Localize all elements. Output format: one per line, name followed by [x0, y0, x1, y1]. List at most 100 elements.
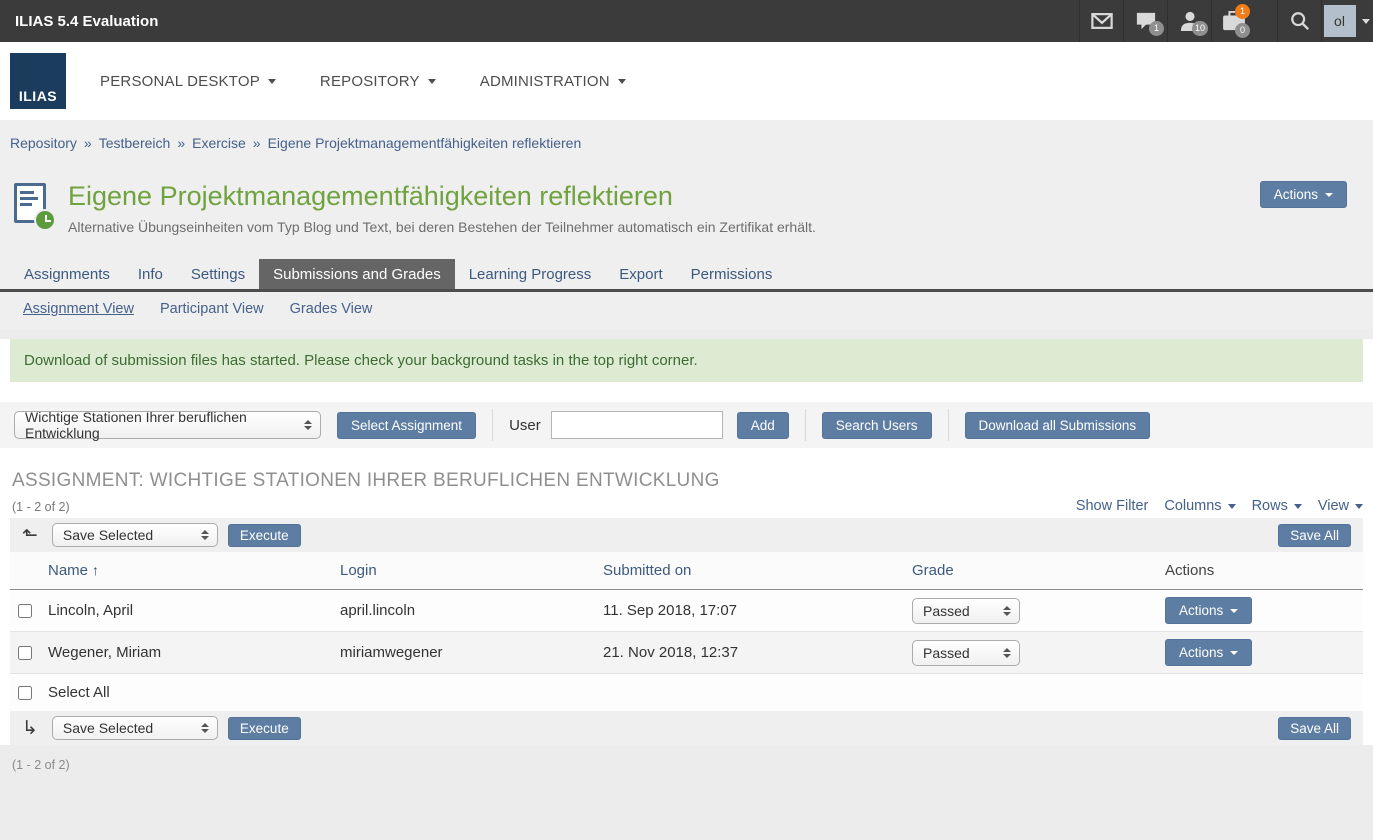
- chevron-down-icon: [1230, 651, 1238, 655]
- cell-name: Wegener, Miriam: [48, 644, 340, 661]
- name-header-label: Name: [48, 562, 88, 579]
- user-input[interactable]: [551, 411, 723, 439]
- mail-button[interactable]: [1079, 0, 1123, 42]
- select-stepper-icon: [1003, 606, 1011, 616]
- cell-submitted-on: 11. Sep 2018, 17:07: [603, 602, 912, 619]
- column-header-submitted-on[interactable]: Submitted on: [603, 562, 912, 579]
- column-header-name[interactable]: Name↑: [48, 562, 340, 579]
- main-nav: PERSONAL DESKTOP REPOSITORY ADMINISTRATI…: [100, 73, 626, 90]
- page-subtitle: Alternative Übungseinheiten vom Typ Blog…: [68, 219, 1260, 235]
- breadcrumb-testbereich[interactable]: Testbereich: [99, 135, 171, 151]
- row-actions-button[interactable]: Actions: [1165, 597, 1252, 624]
- grade-value: Passed: [923, 603, 970, 619]
- background-tasks-button[interactable]: 1 0: [1211, 0, 1255, 42]
- select-stepper-icon: [1003, 648, 1011, 658]
- page-title: Eigene Projektmanagementfähigkeiten refl…: [68, 181, 1260, 212]
- breadcrumb-exercise[interactable]: Exercise: [192, 135, 246, 151]
- chevron-down-icon: [1362, 19, 1370, 24]
- cell-login: miriamwegener: [340, 644, 603, 661]
- subtab-grades-view[interactable]: Grades View: [281, 301, 382, 317]
- nav-personal-desktop[interactable]: PERSONAL DESKTOP: [100, 73, 276, 90]
- main-header: ILIAS PERSONAL DESKTOP REPOSITORY ADMINI…: [0, 42, 1373, 120]
- actions-header-label: Actions: [1165, 562, 1214, 579]
- breadcrumb-separator: »: [177, 135, 185, 151]
- search-users-button[interactable]: Search Users: [822, 412, 932, 439]
- breadcrumb: Repository»Testbereich»Exercise»Eigene P…: [0, 120, 1373, 155]
- grade-select[interactable]: Passed: [912, 640, 1020, 666]
- subtab-assignment-view[interactable]: Assignment View: [14, 301, 143, 317]
- top-bar: ILIAS 5.4 Evaluation 1: [0, 0, 1373, 42]
- breadcrumb-current[interactable]: Eigene Projektmanagementfähigkeiten refl…: [268, 135, 582, 151]
- subtab-participant-view[interactable]: Participant View: [151, 301, 273, 317]
- bulk-action-select-bottom[interactable]: Save Selected: [52, 716, 218, 740]
- column-header-grade[interactable]: Grade: [912, 562, 1165, 579]
- columns-dropdown[interactable]: Columns: [1164, 498, 1235, 514]
- main-content: Download of submission files has started…: [0, 339, 1373, 745]
- cell-actions: Actions: [1165, 639, 1363, 666]
- user-label: User: [509, 417, 541, 434]
- chat-button[interactable]: 1: [1123, 0, 1167, 42]
- bulk-action-select-top[interactable]: Save Selected: [52, 523, 218, 547]
- nav-repository[interactable]: REPOSITORY: [320, 73, 436, 90]
- page-actions-button[interactable]: Actions: [1260, 181, 1347, 208]
- topbar-spacer: [1255, 0, 1277, 42]
- who-is-online-button[interactable]: 10: [1167, 0, 1211, 42]
- cell-grade: Passed: [912, 640, 1165, 666]
- row-checkbox[interactable]: [18, 646, 32, 660]
- search-icon: [1290, 11, 1310, 31]
- select-stepper-icon: [201, 723, 209, 733]
- save-all-button-bottom[interactable]: Save All: [1278, 717, 1351, 740]
- tab-settings[interactable]: Settings: [177, 259, 259, 289]
- grade-header-label: Grade: [912, 562, 954, 579]
- select-all-row: Select All: [10, 674, 1363, 711]
- tab-submissions-and-grades[interactable]: Submissions and Grades: [259, 259, 455, 289]
- mail-icon: [1091, 12, 1113, 30]
- toolbar-divider: [948, 409, 949, 441]
- row-actions-button[interactable]: Actions: [1165, 639, 1252, 666]
- table-row: Lincoln, April april.lincoln 11. Sep 201…: [10, 590, 1363, 632]
- tab-permissions[interactable]: Permissions: [677, 259, 787, 289]
- add-button[interactable]: Add: [737, 412, 789, 439]
- grade-select[interactable]: Passed: [912, 598, 1020, 624]
- login-header-label: Login: [340, 562, 377, 579]
- bulk-bar-top: ⬑ Save Selected Execute Save All: [10, 518, 1363, 552]
- select-assignment-button[interactable]: Select Assignment: [337, 412, 476, 439]
- select-stepper-icon: [304, 420, 312, 430]
- column-header-actions: Actions: [1165, 562, 1363, 579]
- download-all-submissions-button[interactable]: Download all Submissions: [965, 412, 1151, 439]
- tab-bar: Assignments Info Settings Submissions an…: [0, 259, 1373, 292]
- cell-actions: Actions: [1165, 597, 1363, 624]
- pagination-top: (1 - 2 of 2): [12, 500, 70, 514]
- rows-dropdown[interactable]: Rows: [1252, 498, 1302, 514]
- column-header-login[interactable]: Login: [340, 562, 603, 579]
- page-head-section: Repository»Testbereich»Exercise»Eigene P…: [0, 120, 1373, 329]
- avatar[interactable]: ol: [1324, 5, 1356, 37]
- exercise-icon: [14, 183, 56, 229]
- bulk-bar-bottom: ↳ Save Selected Execute Save All: [10, 711, 1363, 745]
- search-button[interactable]: [1277, 0, 1321, 42]
- ilias-logo[interactable]: ILIAS: [10, 53, 66, 109]
- show-filter-link[interactable]: Show Filter: [1076, 498, 1149, 514]
- save-all-button-top[interactable]: Save All: [1278, 524, 1351, 547]
- bulk-action-value: Save Selected: [63, 527, 153, 543]
- assignment-select[interactable]: Wichtige Stationen Ihrer beruflichen Ent…: [14, 411, 321, 439]
- view-dropdown[interactable]: View: [1318, 498, 1363, 514]
- background-tasks-new-badge: 1: [1235, 4, 1250, 19]
- execute-button-bottom[interactable]: Execute: [228, 717, 301, 740]
- tab-learning-progress[interactable]: Learning Progress: [455, 259, 606, 289]
- assignment-heading: ASSIGNMENT: WICHTIGE STATIONEN IHRER BER…: [12, 470, 1363, 492]
- breadcrumb-repository[interactable]: Repository: [10, 135, 77, 151]
- row-checkbox[interactable]: [18, 604, 32, 618]
- cell-submitted-on: 21. Nov 2018, 12:37: [603, 644, 912, 661]
- chevron-down-icon: [618, 79, 626, 84]
- app-title: ILIAS 5.4 Evaluation: [0, 13, 158, 30]
- chat-badge: 1: [1149, 21, 1164, 36]
- tab-assignments[interactable]: Assignments: [10, 259, 124, 289]
- user-menu[interactable]: ol: [1321, 0, 1373, 42]
- execute-button-top[interactable]: Execute: [228, 524, 301, 547]
- tab-export[interactable]: Export: [605, 259, 676, 289]
- select-all-checkbox[interactable]: [18, 686, 32, 700]
- tab-info[interactable]: Info: [124, 259, 177, 289]
- nav-administration[interactable]: ADMINISTRATION: [480, 73, 626, 90]
- assignment-select-value: Wichtige Stationen Ihrer beruflichen Ent…: [25, 409, 294, 441]
